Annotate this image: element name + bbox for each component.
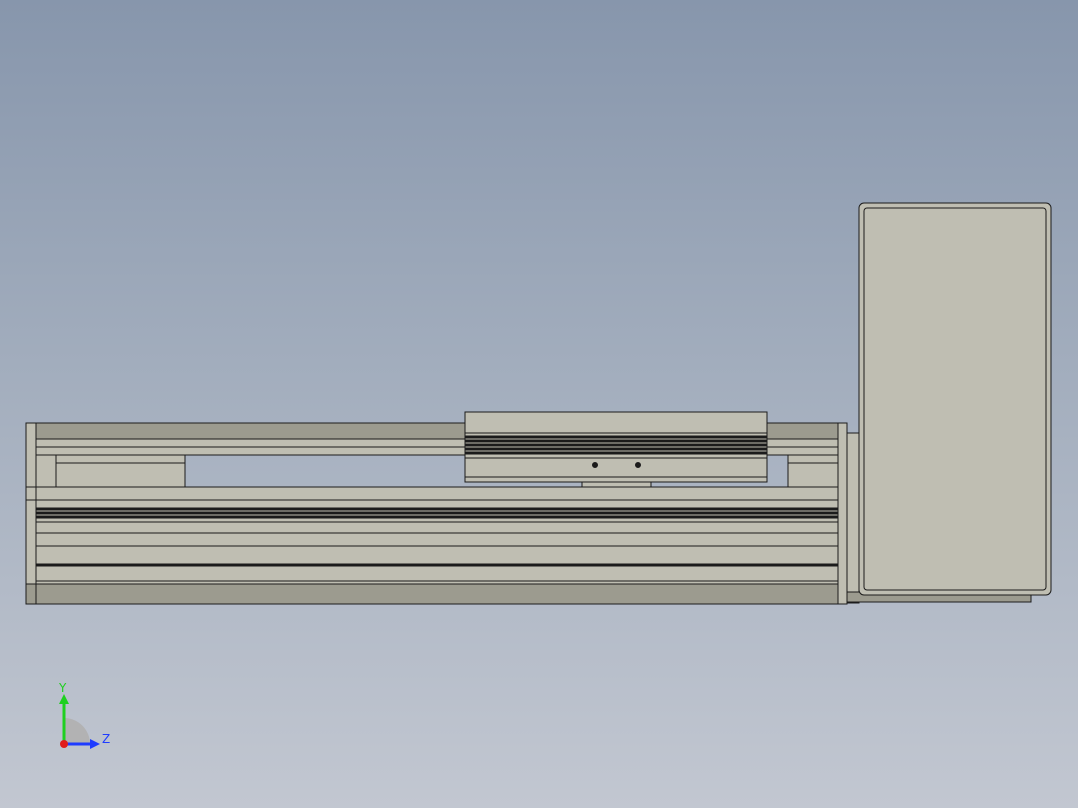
left-bearing-block[interactable]	[55, 454, 186, 488]
z-axis-head	[90, 739, 100, 749]
linear-actuator-model[interactable]	[0, 0, 1078, 808]
carriage-screw-hole-left	[592, 462, 598, 468]
graphics-viewport[interactable]: Y Z	[0, 0, 1078, 808]
carriage-fin-1	[464, 435, 768, 439]
carriage-fin-2	[464, 439, 768, 443]
carriage-foot	[581, 481, 652, 488]
y-axis-head	[59, 694, 69, 704]
extrusion-groove-3	[35, 515, 839, 519]
z-axis-label: Z	[102, 732, 110, 746]
extrusion-groove-4	[35, 563, 839, 567]
left-end-plate	[35, 454, 57, 488]
coupling-bracket[interactable]	[846, 432, 860, 604]
coordinate-triad: Y Z	[58, 681, 110, 749]
extrusion-base	[25, 583, 848, 605]
y-axis-label: Y	[58, 681, 67, 695]
carriage-screw-hole-right	[635, 462, 641, 468]
right-end-cap[interactable]	[837, 422, 848, 605]
extrusion-groove-1	[35, 507, 839, 511]
carriage-fin-5	[464, 451, 768, 455]
carriage-fin-3	[464, 443, 768, 447]
carriage[interactable]	[464, 411, 768, 483]
motor-housing[interactable]	[858, 202, 1052, 596]
right-bearing-block[interactable]	[787, 454, 839, 488]
triad-origin	[60, 740, 68, 748]
carriage-fin-4	[464, 447, 768, 451]
triad-quadrant	[64, 718, 90, 744]
extrusion-groove-2	[35, 511, 839, 515]
